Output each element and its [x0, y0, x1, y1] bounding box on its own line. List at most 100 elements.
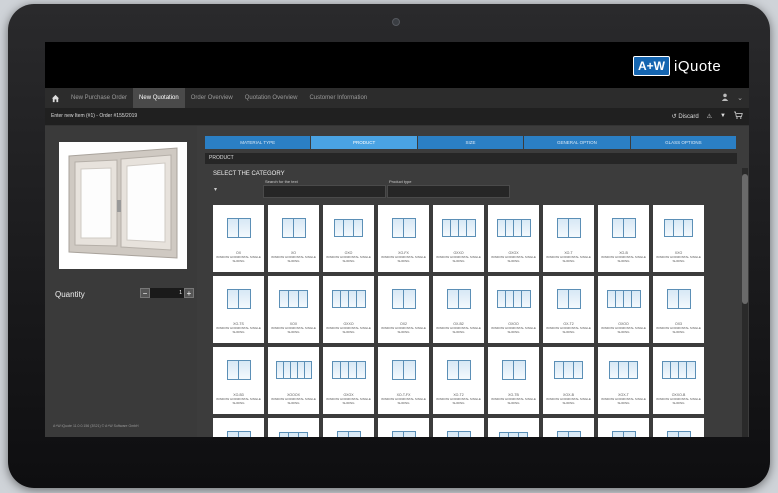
filter-icon[interactable]: ▼: [720, 113, 726, 119]
toolbar-tools: ↺ Discard ⚠ ▼: [672, 111, 743, 121]
product-description: WINDOW HORIZONTAL SINGLE SLIDING: [656, 326, 701, 334]
product-tile[interactable]: XO-B3 WINDOW HORIZONTAL SINGLE SLIDING: [213, 347, 264, 414]
window-type-icon: [494, 282, 533, 316]
discard-icon: ↺: [671, 113, 677, 120]
product-description: WINDOW HORIZONTAL SINGLE SLIDING: [216, 326, 261, 334]
window-type-icon: [549, 211, 588, 245]
window-type-icon: [439, 353, 478, 387]
product-description: WINDOW HORIZONTAL SINGLE SLIDING: [326, 255, 371, 263]
product-description: WINDOW HORIZONTAL SINGLE SLIDING: [271, 255, 316, 263]
wizard-steps: MATERIAL TYPE PRODUCT SIZE GENERAL OPTIO…: [205, 136, 737, 149]
window-type-icon: [274, 424, 313, 437]
product-tile[interactable]: OX3 WINDOW HORIZONTAL SINGLE SLIDING: [653, 276, 704, 343]
window-type-icon: [604, 424, 643, 437]
tablet-frame: A+W iQuote New Purchase Order New Quotat…: [8, 4, 770, 488]
quantity-label: Quantity: [55, 290, 85, 299]
discard-button[interactable]: ↺ Discard: [672, 113, 699, 120]
product-tile[interactable]: OXOO WINDOW HORIZONTAL SINGLE SLIDING: [488, 276, 539, 343]
product-tile[interactable]: [433, 418, 484, 437]
product-tile[interactable]: XXO WINDOW HORIZONTAL SINGLE SLIDING: [653, 205, 704, 272]
wizard-step-general-option[interactable]: GENERAL OPTION: [524, 136, 630, 149]
window-type-icon: [604, 282, 643, 316]
wizard-step-material-type[interactable]: MATERIAL TYPE: [205, 136, 311, 149]
search-input[interactable]: [263, 185, 386, 198]
window-type-icon: [659, 282, 698, 316]
warning-icon[interactable]: ⚠: [707, 113, 712, 120]
quantity-stepper: − 1 +: [140, 288, 194, 298]
nav-quotation-overview[interactable]: Quotation Overview: [239, 88, 304, 108]
nav-new-quotation[interactable]: New Quotation: [133, 88, 185, 108]
product-tile[interactable]: [598, 418, 649, 437]
product-tile[interactable]: XO WINDOW HORIZONTAL SINGLE SLIDING: [268, 205, 319, 272]
product-tile[interactable]: [488, 418, 539, 437]
window-type-icon: [219, 211, 258, 245]
window-type-icon: [604, 211, 643, 245]
nav-customer-information[interactable]: Customer Information: [303, 88, 373, 108]
product-tile[interactable]: XOX WINDOW HORIZONTAL SINGLE SLIDING: [268, 276, 319, 343]
item-toolbar: Enter new Item (#1) - Order #155/2019 ↺ …: [45, 108, 749, 126]
product-tile[interactable]: OXO WINDOW HORIZONTAL SINGLE SLIDING: [323, 205, 374, 272]
quantity-increment-button[interactable]: +: [184, 288, 194, 298]
window-type-icon: [659, 424, 698, 437]
product-tile[interactable]: XOX-T WINDOW HORIZONTAL SINGLE SLIDING: [598, 347, 649, 414]
product-tile[interactable]: [323, 418, 374, 437]
product-tile[interactable]: XO-T2 WINDOW HORIZONTAL SINGLE SLIDING: [433, 347, 484, 414]
product-tile[interactable]: XO-TB WINDOW HORIZONTAL SINGLE SLIDING: [488, 347, 539, 414]
product-tile[interactable]: XO-T WINDOW HORIZONTAL SINGLE SLIDING: [543, 205, 594, 272]
product-tile[interactable]: XO-FX WINDOW HORIZONTAL SINGLE SLIDING: [378, 205, 429, 272]
product-tile[interactable]: OXXO WINDOW HORIZONTAL SINGLE SLIDING: [433, 205, 484, 272]
product-tile[interactable]: OXOX WINDOW HORIZONTAL SINGLE SLIDING: [488, 205, 539, 272]
collapse-arrow-icon[interactable]: ▾: [214, 186, 217, 193]
scrollbar-thumb[interactable]: [742, 174, 748, 304]
product-tile[interactable]: OXOX WINDOW HORIZONTAL SINGLE SLIDING: [323, 347, 374, 414]
quantity-decrement-button[interactable]: −: [140, 288, 150, 298]
wizard-step-size[interactable]: SIZE: [417, 136, 524, 149]
nav-order-overview[interactable]: Order Overview: [185, 88, 239, 108]
product-tile[interactable]: [653, 418, 704, 437]
product-tile[interactable]: OXXO-B WINDOW HORIZONTAL SINGLE SLIDING: [653, 347, 704, 414]
product-tile[interactable]: XO-B WINDOW HORIZONTAL SINGLE SLIDING: [598, 205, 649, 272]
cart-icon[interactable]: [734, 111, 743, 121]
window-type-icon: [384, 424, 423, 437]
product-type-select[interactable]: [387, 185, 510, 198]
product-tile[interactable]: OX2 WINDOW HORIZONTAL SINGLE SLIDING: [378, 276, 429, 343]
quantity-input[interactable]: 1: [150, 288, 184, 298]
product-tile[interactable]: [378, 418, 429, 437]
nav-new-purchase-order[interactable]: New Purchase Order: [65, 88, 133, 108]
chevron-down-icon[interactable]: ⌄: [737, 94, 743, 102]
window-type-icon: [659, 353, 698, 387]
window-type-icon: [384, 211, 423, 245]
product-tile[interactable]: OXOO WINDOW HORIZONTAL SINGLE SLIDING: [598, 276, 649, 343]
product-description: WINDOW HORIZONTAL SINGLE SLIDING: [436, 255, 481, 263]
scrollbar[interactable]: [742, 168, 748, 437]
wizard-step-glass-options[interactable]: GLASS OPTIONS: [630, 136, 737, 149]
product-tile[interactable]: [543, 418, 594, 437]
window-type-icon: [329, 282, 368, 316]
product-tile[interactable]: [268, 418, 319, 437]
product-description: WINDOW HORIZONTAL SINGLE SLIDING: [271, 326, 316, 334]
product-tile[interactable]: OX-B2 WINDOW HORIZONTAL SINGLE SLIDING: [433, 276, 484, 343]
product-tile[interactable]: [213, 418, 264, 437]
window-type-icon: [384, 353, 423, 387]
wizard-step-product[interactable]: PRODUCT: [311, 136, 417, 149]
product-tile[interactable]: XOOOX WINDOW HORIZONTAL SINGLE SLIDING: [268, 347, 319, 414]
product-description: WINDOW HORIZONTAL SINGLE SLIDING: [546, 326, 591, 334]
item-title: Enter new Item (#1) - Order #155/2019: [51, 113, 138, 119]
product-tile[interactable]: OXXO WINDOW HORIZONTAL SINGLE SLIDING: [323, 276, 374, 343]
product-tile[interactable]: OX WINDOW HORIZONTAL SINGLE SLIDING: [213, 205, 264, 272]
product-tile[interactable]: XO-TS WINDOW HORIZONTAL SINGLE SLIDING: [213, 276, 264, 343]
product-description: WINDOW HORIZONTAL SINGLE SLIDING: [601, 326, 646, 334]
window-type-icon: [329, 211, 368, 245]
user-icon[interactable]: [721, 93, 729, 103]
product-tile[interactable]: OX-T2 WINDOW HORIZONTAL SINGLE SLIDING: [543, 276, 594, 343]
window-type-icon: [329, 353, 368, 387]
window-type-icon: [494, 424, 533, 437]
product-description: WINDOW HORIZONTAL SINGLE SLIDING: [491, 397, 536, 405]
home-icon[interactable]: [45, 88, 65, 108]
product-description: WINDOW HORIZONTAL SINGLE SLIDING: [326, 326, 371, 334]
product-description: WINDOW HORIZONTAL SINGLE SLIDING: [491, 255, 536, 263]
select-category-title: SELECT THE CATEGORY: [213, 171, 285, 177]
product-description: WINDOW HORIZONTAL SINGLE SLIDING: [271, 397, 316, 405]
product-tile[interactable]: XO-T-FX WINDOW HORIZONTAL SINGLE SLIDING: [378, 347, 429, 414]
product-tile[interactable]: XOX-B WINDOW HORIZONTAL SINGLE SLIDING: [543, 347, 594, 414]
